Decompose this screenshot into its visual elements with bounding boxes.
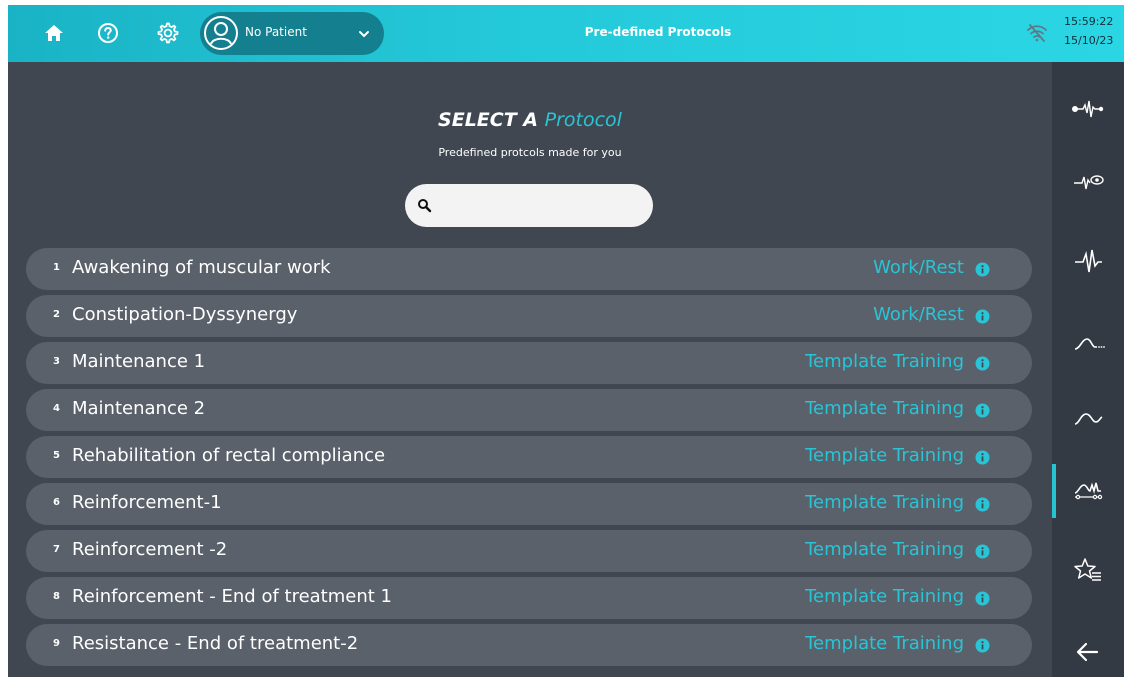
protocol-type: Work/Rest [873,304,964,325]
pulse-icon [1075,249,1102,273]
protocol-row[interactable]: 5 Rehabilitation of rectal compliance Te… [26,436,1032,478]
protocol-number: 8 [53,591,60,602]
info-icon[interactable] [975,450,990,465]
top-bar: No Patient Pre-defined Protocols 15:59:2… [8,5,1124,62]
patient-selector[interactable]: No Patient [200,12,384,55]
info-icon[interactable] [975,591,990,606]
protocol-number: 2 [53,309,60,320]
info-icon[interactable] [975,497,990,512]
emg-view-icon [1074,175,1104,190]
protocol-row[interactable]: 4 Maintenance 2 Template Training [26,389,1032,431]
protocol-type: Template Training [805,633,964,654]
protocol-number: 6 [53,497,60,508]
clock: 15:59:22 15/10/23 [1064,12,1113,50]
info-icon[interactable] [975,638,990,653]
sidebar-item-pulse[interactable] [1052,237,1124,287]
protocol-number: 1 [53,262,60,273]
protocol-type: Template Training [805,351,964,372]
protocol-name: Awakening of muscular work [72,257,331,278]
protocol-type: Template Training [805,539,964,560]
info-icon[interactable] [975,262,990,277]
wave-icon [1074,413,1103,425]
protocol-number: 9 [53,638,60,649]
favorites-icon [1074,558,1101,581]
back-arrow-icon [1076,642,1099,662]
protocol-name: Constipation-Dyssynergy [72,304,298,325]
protocol-row[interactable]: 9 Resistance - End of treatment-2 Templa… [26,624,1032,666]
settings-icon[interactable] [155,20,181,46]
help-icon[interactable] [95,20,121,46]
protocol-name: Reinforcement -2 [72,539,228,560]
emg-signal-icon [1072,100,1104,118]
heading-accent: Protocol [544,109,622,131]
protocols-icon [1074,482,1103,500]
search-icon [418,199,432,213]
search-input[interactable] [439,192,643,221]
heading-prefix: SELECT A [438,109,539,131]
date-label: 15/10/23 [1064,34,1114,47]
time-label: 15:59:22 [1064,15,1114,28]
patient-label: No Patient [245,25,307,39]
subheading: Predefined protcols made for you [438,146,622,159]
info-icon[interactable] [975,544,990,559]
protocol-type: Template Training [805,492,964,513]
page-title: Pre-defined Protocols [584,25,732,39]
sidebar-item-wave[interactable] [1052,393,1124,443]
protocol-number: 5 [53,450,60,461]
home-icon[interactable] [41,20,67,46]
sidebar-item-curve[interactable] [1052,318,1124,368]
protocol-row[interactable]: 2 Constipation-Dyssynergy Work/Rest [26,295,1032,337]
protocol-type: Template Training [805,586,964,607]
info-icon[interactable] [975,309,990,324]
sidebar-item-favorites[interactable] [1052,545,1124,595]
app-frame: No Patient Pre-defined Protocols 15:59:2… [8,5,1124,677]
sidebar-item-back[interactable] [1052,627,1124,677]
search-box[interactable] [405,184,653,227]
protocol-type: Template Training [805,445,964,466]
protocol-row[interactable]: 8 Reinforcement - End of treatment 1 Tem… [26,577,1032,619]
protocol-row[interactable]: 6 Reinforcement-1 Template Training [26,483,1032,525]
curve-icon [1074,338,1105,350]
protocol-name: Resistance - End of treatment-2 [72,633,359,654]
protocol-name: Reinforcement-1 [72,492,222,513]
protocol-type: Work/Rest [873,257,964,278]
protocol-name: Reinforcement - End of treatment 1 [72,586,392,607]
info-icon[interactable] [975,403,990,418]
chevron-down-icon [359,31,369,38]
info-icon[interactable] [975,356,990,371]
sidebar-item-protocols[interactable] [1052,466,1124,516]
protocol-row[interactable]: 3 Maintenance 1 Template Training [26,342,1032,384]
protocol-number: 7 [53,544,60,555]
protocol-name: Maintenance 1 [72,351,206,372]
sidebar-item-emg-signal[interactable] [1052,84,1124,134]
protocol-number: 4 [53,403,60,414]
user-icon [204,16,238,50]
sidebar [1052,62,1124,677]
sidebar-item-emg-view[interactable] [1052,157,1124,207]
protocol-number: 3 [53,356,60,367]
protocol-row[interactable]: 7 Reinforcement -2 Template Training [26,530,1032,572]
protocol-name: Maintenance 2 [72,398,206,419]
protocol-row[interactable]: 1 Awakening of muscular work Work/Rest [26,248,1032,290]
protocol-name: Rehabilitation of rectal compliance [72,445,386,466]
protocol-type: Template Training [805,398,964,419]
select-protocol-heading: SELECT A Protocol [8,109,1052,131]
wifi-off-icon [1027,24,1047,42]
